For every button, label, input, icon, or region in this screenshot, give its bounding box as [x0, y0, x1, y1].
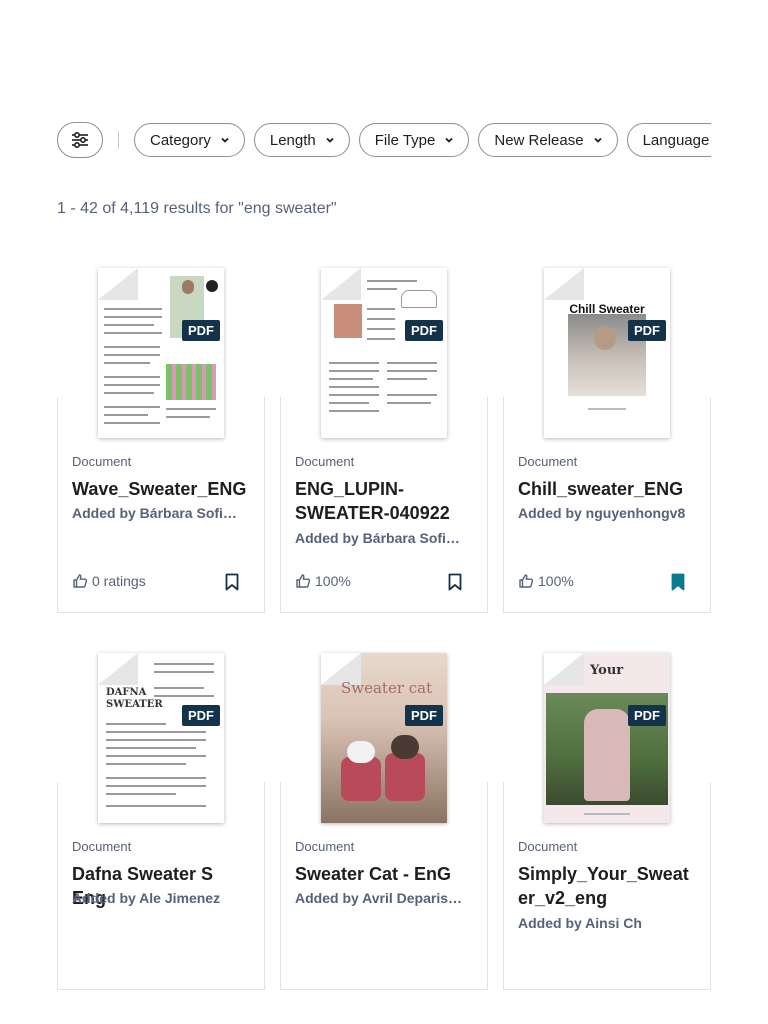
document-thumbnail[interactable]: PDF — [321, 268, 447, 438]
filter-divider — [118, 131, 119, 149]
pdf-badge: PDF — [405, 705, 443, 726]
filter-bar: Category Length File Type New Release La… — [57, 122, 711, 158]
thumbnail-caption: DAFNA SWEATER — [106, 687, 163, 710]
document-thumbnail[interactable]: Chill Sweater PDF — [544, 268, 670, 438]
document-thumbnail[interactable]: DAFNA SWEATER PDF — [98, 653, 224, 823]
thumbs-up-icon — [296, 574, 311, 588]
document-card[interactable]: Your PDF Document Simply_Your_Sweater_v2… — [503, 650, 711, 990]
category-filter-chip[interactable]: Category — [134, 123, 245, 157]
pdf-badge: PDF — [628, 320, 666, 341]
bookmark-icon[interactable] — [448, 573, 462, 591]
document-author[interactable]: Added by nguyenhongv8 — [518, 505, 690, 521]
document-title-link[interactable]: Wave_Sweater_ENG — [72, 477, 252, 501]
language-filter-chip[interactable]: Language — [626, 123, 711, 157]
document-title-link[interactable]: Chill_sweater_ENG — [518, 477, 698, 501]
filter-settings-button[interactable] — [57, 122, 103, 158]
chevron-down-icon — [326, 137, 334, 143]
document-type-label: Document — [72, 839, 132, 854]
thumbnail-caption: Sweater cat — [341, 679, 433, 697]
thumbs-up-icon — [519, 574, 534, 588]
document-card[interactable]: DAFNA SWEATER PDF Document Dafna Sweater… — [57, 650, 265, 990]
file-type-filter-chip[interactable]: File Type — [358, 123, 470, 157]
new-release-filter-chip[interactable]: New Release — [478, 123, 618, 157]
sliders-icon — [72, 132, 88, 148]
bookmark-filled-icon[interactable] — [671, 573, 685, 591]
document-title-link[interactable]: Sweater Cat - EnG — [295, 862, 475, 886]
rating-text: 0 ratings — [92, 573, 146, 589]
document-author[interactable]: Added by Ainsi Ch — [518, 915, 690, 931]
thumbnail-caption: Chill Sweater — [569, 302, 645, 316]
document-rating: 100% — [518, 573, 574, 589]
chip-label: New Release — [494, 131, 584, 149]
thumbs-up-icon — [73, 574, 88, 588]
chevron-down-icon — [221, 137, 229, 143]
bookmark-icon[interactable] — [225, 573, 239, 591]
document-card[interactable]: PDF Document ENG_LUPIN-SWEATER-040922 Ad… — [280, 265, 488, 613]
pdf-badge: PDF — [628, 705, 666, 726]
document-type-label: Document — [518, 454, 578, 469]
thumbnail-caption: Your — [590, 663, 624, 678]
document-thumbnail[interactable]: PDF — [98, 268, 224, 438]
chevron-down-icon — [445, 137, 453, 143]
rating-text: 100% — [315, 573, 351, 589]
document-card[interactable]: Chill Sweater PDF Document Chill_sweater… — [503, 265, 711, 613]
document-author[interactable]: Added by Ale Jimenez — [72, 890, 244, 906]
chevron-down-icon — [593, 137, 602, 143]
document-title-link[interactable]: Simply_Your_Sweater_v2_eng — [518, 862, 698, 910]
document-card[interactable]: PDF Document Wave_Sweater_ENG Added by B… — [57, 265, 265, 613]
pdf-badge: PDF — [182, 705, 220, 726]
chip-label: Category — [150, 131, 211, 149]
pdf-badge: PDF — [405, 320, 443, 341]
document-thumbnail[interactable]: Sweater cat PDF — [321, 653, 447, 823]
document-card[interactable]: Sweater cat PDF Document Sweater Cat - E… — [280, 650, 488, 990]
document-author[interactable]: Added by Bárbara Sofia… — [295, 530, 467, 546]
pdf-badge: PDF — [182, 320, 220, 341]
document-type-label: Document — [295, 454, 355, 469]
length-filter-chip[interactable]: Length — [253, 123, 350, 157]
document-rating: 100% — [295, 573, 351, 589]
chip-label: File Type — [374, 131, 436, 149]
chip-label: Length — [269, 131, 316, 149]
rating-text: 100% — [538, 573, 574, 589]
document-author[interactable]: Added by Bárbara Sofia… — [72, 505, 244, 521]
document-rating: 0 ratings — [72, 573, 146, 589]
results-summary: 1 - 42 of 4,119 results for "eng sweater… — [57, 200, 337, 217]
document-type-label: Document — [518, 839, 578, 854]
document-author[interactable]: Added by Avril Deparis… — [295, 890, 467, 906]
chip-label: Language — [642, 131, 710, 149]
document-type-label: Document — [295, 839, 355, 854]
document-title-link[interactable]: ENG_LUPIN-SWEATER-040922 — [295, 477, 475, 525]
document-thumbnail[interactable]: Your PDF — [544, 653, 670, 823]
document-type-label: Document — [72, 454, 132, 469]
